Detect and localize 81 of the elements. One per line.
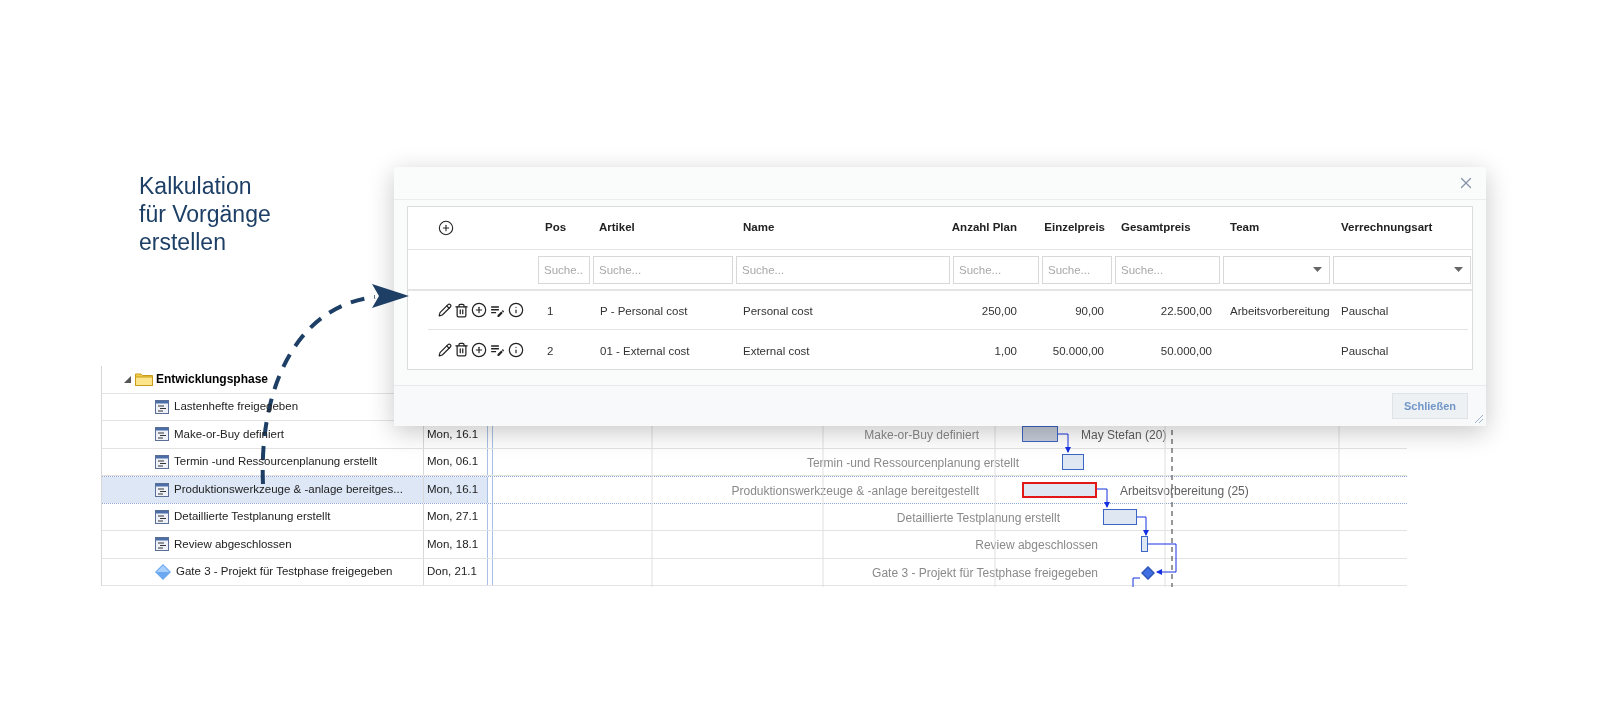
task-label: Termin -und Ressourcenplanung erstellt [806,455,1019,471]
table-cell: 50.000,00 [1052,344,1104,357]
filter-field[interactable]: Suche... [1115,255,1220,284]
filter-field[interactable]: Suche... [736,255,950,284]
column-header[interactable]: Team [1221,219,1331,237]
task-label: Detaillierte Testplanung erstellt [896,510,1060,526]
task-bar[interactable] [1022,482,1097,498]
table-cell: Personal cost [743,305,813,317]
task-name[interactable]: Gate 3 - Projekt für Testphase freigegeben [176,563,393,581]
caret-icon [1454,267,1463,272]
task-name[interactable]: Termin -und Ressourcenplanung erstellt [174,453,378,471]
table-cell: 01 - External cost [600,344,690,357]
edit-icon[interactable] [438,303,452,317]
start-date: Mon, 06.1 [427,454,479,470]
task-label: Produktionswerkzeuge & -anlage bereitgestellt [731,484,979,499]
table-cell: P - Personal cost [600,305,688,317]
task-icon [155,537,169,552]
dependency-arrow [1136,516,1149,536]
task-icon [155,509,169,524]
column-header[interactable]: Anzahl Plan [951,219,1040,237]
dependency-arrow [1096,488,1110,508]
table-cell: Pauschal [1341,344,1389,357]
delete-icon[interactable] [454,302,469,318]
column-header[interactable]: Artikel [591,219,734,237]
start-date: Mon, 18.1 [427,536,479,552]
table-cell: 50.000,00 [1160,344,1212,357]
task-bar[interactable] [1141,536,1148,552]
column-header[interactable]: Gesamtpreis [1113,219,1221,237]
table-cell: Arbeitsvorbereitung [1230,305,1330,317]
task-bar[interactable] [1022,426,1058,442]
start-date: Mon, 27.1 [427,509,479,525]
filter-field[interactable]: Suche... [593,255,733,284]
task-icon [155,427,169,442]
phase-name[interactable]: Entwicklungsphase [156,370,269,389]
filter-field[interactable]: Suche... [1042,255,1112,284]
task-name[interactable]: Detaillierte Testplanung erstellt [174,508,331,526]
callout-text: Kalkulation für Vorgänge erstellen [139,172,271,256]
resource-label: Arbeitsvorbereitung (25) [1120,484,1249,499]
column-header[interactable]: Name [734,219,951,237]
delete-icon[interactable] [454,342,469,357]
add-icon[interactable] [471,302,487,318]
folder-icon [135,372,153,387]
column-header[interactable]: Einzelpreis [1040,219,1113,237]
add-icon[interactable] [471,341,487,358]
dependency-arrow [1147,543,1177,575]
task-icon [155,454,169,469]
filter-field[interactable]: Suche... [953,255,1039,284]
task-label: Make-or-Buy definiert [864,428,979,443]
table-cell: 1,00 [994,344,1017,357]
resize-grip-icon[interactable] [1474,414,1484,424]
table-cell: 90,00 [1075,305,1104,317]
table-cell: 22.500,00 [1160,305,1212,317]
start-date: Mon, 16.1 [427,482,479,498]
caret-icon [1313,267,1322,272]
task-name[interactable]: Review abgeschlossen [174,535,292,553]
start-date: Mon, 16.1 [427,426,479,442]
edit-icon[interactable] [438,342,452,357]
column-header[interactable]: Verrechnungsart [1331,219,1472,237]
resource-label: May Stefan (20) [1081,428,1167,443]
info-icon[interactable] [508,302,524,318]
table-cell: 250,00 [981,305,1017,317]
task-bar[interactable] [1062,453,1084,470]
milestone-diamond[interactable] [1141,565,1155,580]
table-cell: External cost [743,344,810,357]
table-cell: 2 [547,344,554,357]
column-header[interactable]: Pos [536,219,591,237]
dependency-arrow [1057,433,1071,453]
filter-field[interactable]: Suche.. [538,255,590,284]
diamond-icon [155,563,171,580]
expand-triangle-icon[interactable] [124,375,131,383]
add-icon[interactable] [438,220,454,236]
task-icon [155,399,169,414]
task-bar[interactable] [1103,508,1137,525]
task-icon [155,482,169,497]
start-date: Don, 21.1 [427,564,477,580]
task-label: Gate 3 - Projekt für Testphase freigegeben [872,565,1098,581]
dependency-line [1132,577,1141,587]
table-cell: 1 [547,305,554,317]
table-cell: Pauschal [1341,305,1389,317]
info-icon[interactable] [508,341,524,358]
task-label: Review abgeschlossen [975,538,1098,553]
